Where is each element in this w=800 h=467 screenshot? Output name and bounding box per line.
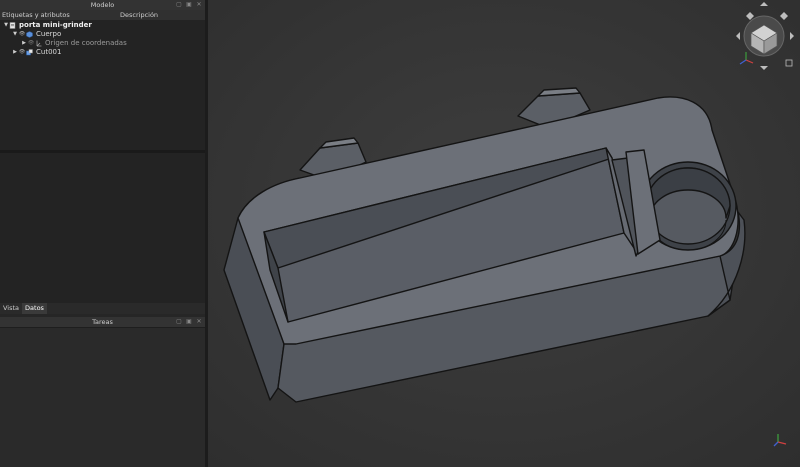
model-panel-title-text: Modelo xyxy=(90,1,115,9)
undock-icon[interactable]: ▢ xyxy=(176,319,182,325)
tree-item-origin[interactable]: ▶ 👁 Origen de coordenadas xyxy=(21,39,127,48)
col-labels-header[interactable]: Etiquetas y atributos xyxy=(2,10,70,20)
float-icon[interactable]: ▣ xyxy=(186,2,192,8)
tab-datos[interactable]: Datos xyxy=(22,303,47,314)
close-icon[interactable]: ✕ xyxy=(196,319,202,325)
cut-icon xyxy=(26,49,33,56)
close-icon[interactable]: ✕ xyxy=(196,2,202,8)
document-icon xyxy=(9,22,16,29)
model-tree: ▼ porta mini-grinder ▼ 👁 Cuerpo ▶ 👁 Orig… xyxy=(0,20,205,150)
visibility-eye-icon[interactable]: 👁 xyxy=(18,48,26,57)
tree-item-document-label: porta mini-grinder xyxy=(19,21,92,29)
col-description-header[interactable]: Descripción xyxy=(120,10,158,20)
left-panel: Modelo ▢ ▣ ✕ Etiquetas y atributos Descr… xyxy=(0,0,205,467)
hidden-eye-icon[interactable]: 👁 xyxy=(27,39,35,48)
undock-icon[interactable]: ▢ xyxy=(176,2,182,8)
tasks-panel-title-text: Tareas xyxy=(92,318,113,326)
tree-item-origin-label: Origen de coordenadas xyxy=(45,39,127,47)
visibility-eye-icon[interactable]: 👁 xyxy=(18,30,26,39)
tree-item-cut[interactable]: ▶ 👁 Cut001 xyxy=(12,48,61,57)
tree-item-cut-label: Cut001 xyxy=(36,48,62,56)
3d-viewport[interactable] xyxy=(208,0,800,467)
tab-vista[interactable]: Vista xyxy=(0,303,22,314)
tasks-panel xyxy=(0,328,205,467)
float-icon[interactable]: ▣ xyxy=(186,319,192,325)
viewport-canvas[interactable] xyxy=(208,0,800,467)
tasks-panel-title: Tareas ▢ ▣ ✕ xyxy=(0,317,205,328)
tree-item-body-label: Cuerpo xyxy=(36,30,62,38)
tree-item-document[interactable]: ▼ porta mini-grinder xyxy=(3,21,92,30)
body-icon xyxy=(26,31,33,38)
axes-icon xyxy=(35,40,42,47)
view-data-tabs: Vista Datos xyxy=(0,303,205,314)
tree-item-body[interactable]: ▼ 👁 Cuerpo xyxy=(12,30,61,39)
property-view xyxy=(0,153,205,303)
